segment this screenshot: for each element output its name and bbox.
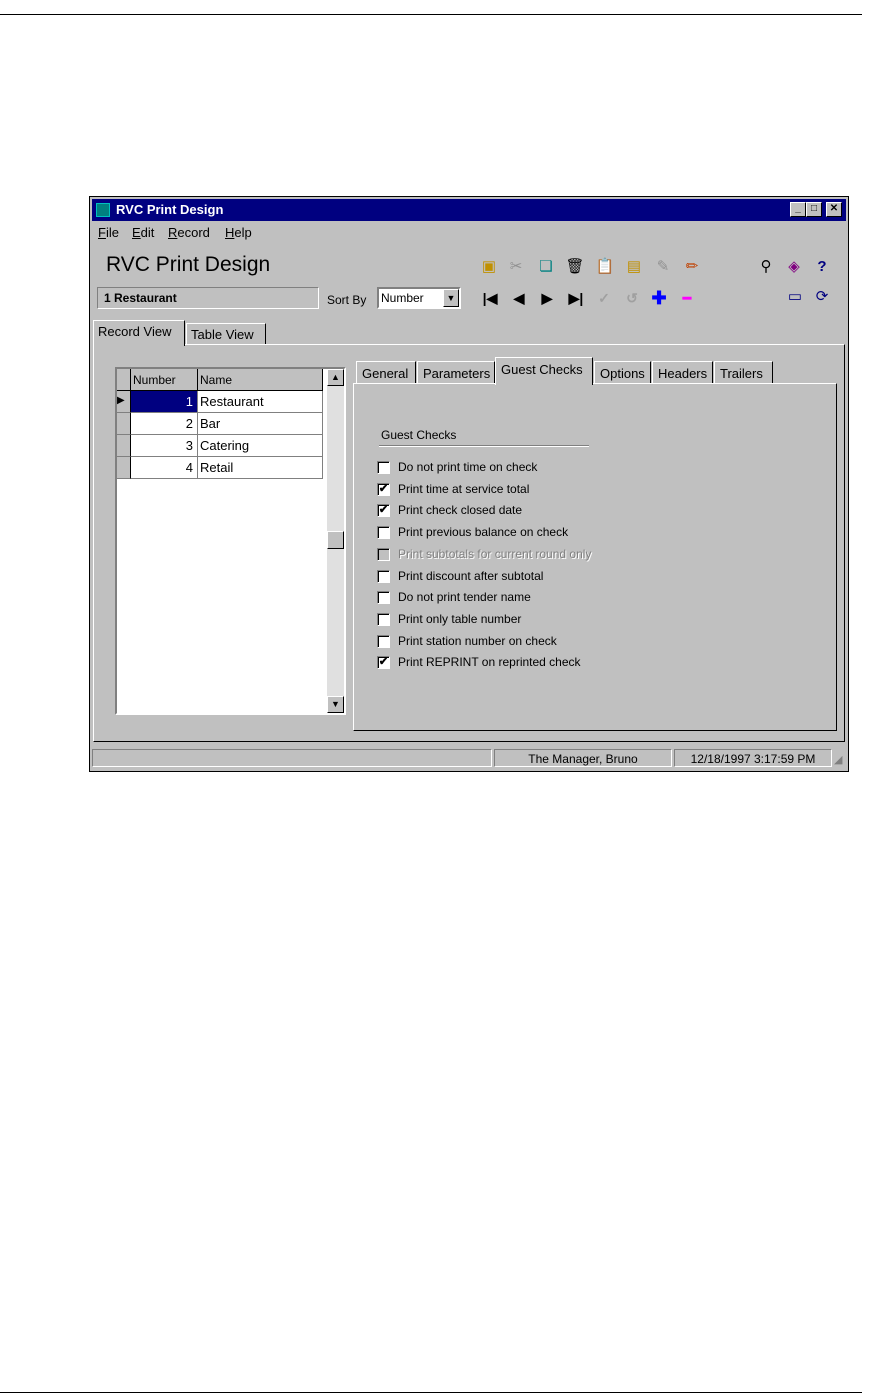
checkbox-label: Print only table number: [398, 611, 522, 626]
column-header-name[interactable]: Name: [198, 369, 323, 391]
scroll-thumb[interactable]: [327, 531, 344, 549]
table-row-number[interactable]: 1: [131, 391, 198, 413]
checkbox-unchecked[interactable]: [377, 591, 390, 605]
tab-parameters[interactable]: Parameters: [417, 361, 495, 383]
rvc-print-design-window: RVC Print Design _ □ ✕ File Edit Record …: [89, 196, 849, 772]
records-grid: Number Name ▶ 1 Restaurant 2 Bar 3 Cater…: [115, 367, 346, 715]
tab-table-view[interactable]: Table View: [186, 323, 266, 345]
checkbox-unchecked[interactable]: [377, 569, 390, 583]
resize-grip-icon[interactable]: ◢: [834, 753, 846, 767]
close-button[interactable]: ✕: [826, 202, 842, 217]
checkbox-label: Do not print tender name: [398, 590, 531, 605]
tab-trailers[interactable]: Trailers: [714, 361, 773, 383]
checkbox-label: Print REPRINT on reprinted check: [398, 655, 581, 670]
checkbox-label: Print time at service total: [398, 481, 530, 496]
tab-general[interactable]: General: [356, 361, 416, 383]
guest-checks-group-label: Guest Checks: [381, 428, 457, 442]
tab-options[interactable]: Options: [594, 361, 651, 383]
menu-record[interactable]: Record: [168, 225, 210, 240]
delete-icon[interactable]: 🗑: [565, 257, 585, 277]
copy-icon[interactable]: ❏: [536, 257, 556, 277]
app-icon: [96, 203, 110, 217]
tab-record-view[interactable]: Record View: [93, 320, 185, 346]
window-title: RVC Print Design: [116, 202, 224, 217]
edit-icon[interactable]: ✏: [682, 257, 702, 277]
checkbox-label: Print station number on check: [398, 633, 557, 648]
checkbox-checked[interactable]: ✔: [377, 656, 390, 670]
table-row-number[interactable]: 3: [131, 435, 198, 457]
checkbox-label: Print discount after subtotal: [398, 568, 544, 583]
checkbox-unchecked[interactable]: [377, 461, 390, 474]
tab-headers[interactable]: Headers: [652, 361, 713, 383]
remove-record-icon[interactable]: ━: [678, 289, 696, 307]
menu-bar: File Edit Record Help: [92, 223, 846, 243]
confirm-icon[interactable]: ✓: [595, 289, 613, 307]
status-datetime: 12/18/1997 3:17:59 PM: [674, 749, 832, 767]
checkbox-label: Print subtotals for current round only: [398, 546, 592, 561]
checkbox-label: Print previous balance on check: [398, 525, 569, 540]
current-record-display: 1 Restaurant: [97, 287, 319, 309]
new-record-icon[interactable]: ▣: [479, 257, 499, 277]
status-message-pane: [92, 749, 492, 767]
cut-icon[interactable]: ✂: [506, 257, 526, 277]
help-pointer-icon[interactable]: ?: [812, 257, 832, 277]
tab-guest-checks[interactable]: Guest Checks: [495, 357, 593, 385]
table-row-name[interactable]: Catering: [198, 435, 323, 457]
checkbox-checked[interactable]: ✔: [377, 504, 390, 518]
menu-file[interactable]: File: [98, 225, 119, 240]
menu-help[interactable]: Help: [225, 225, 252, 240]
table-row-number[interactable]: 4: [131, 457, 198, 479]
scroll-down-icon[interactable]: ▼: [327, 696, 344, 713]
table-row-name[interactable]: Restaurant: [198, 391, 323, 413]
checkbox-checked[interactable]: ✔: [377, 482, 390, 496]
status-user: The Manager, Bruno: [494, 749, 672, 767]
table-row-name[interactable]: Bar: [198, 413, 323, 435]
sort-by-value: Number: [381, 291, 424, 305]
checkbox-label: Do not print time on check: [398, 460, 538, 474]
row-selector[interactable]: [117, 413, 131, 435]
add-record-icon[interactable]: ✚: [650, 289, 668, 307]
title-bar[interactable]: RVC Print Design _ □ ✕: [92, 199, 846, 221]
scroll-up-icon[interactable]: ▲: [327, 369, 344, 386]
chevron-down-icon[interactable]: ▼: [443, 289, 459, 307]
minimize-button[interactable]: _: [790, 202, 806, 217]
page-bottom-rule: [0, 1392, 862, 1393]
previous-record-icon[interactable]: ◀: [510, 289, 528, 307]
find-icon[interactable]: ⚲: [756, 257, 776, 277]
sort-by-select[interactable]: Number ▼: [377, 287, 461, 309]
grid-corner: [117, 369, 131, 391]
maximize-button[interactable]: □: [806, 202, 822, 217]
refresh-icon[interactable]: ⟳: [812, 287, 832, 307]
checkbox-unchecked[interactable]: [377, 547, 390, 561]
page-top-rule: [0, 14, 862, 15]
next-record-icon[interactable]: ▶: [538, 289, 556, 307]
checkbox-unchecked[interactable]: [377, 612, 390, 626]
sort-by-label: Sort By: [327, 293, 367, 307]
row-selector[interactable]: [117, 435, 131, 457]
checkbox-unchecked[interactable]: [377, 634, 390, 648]
group-divider: [379, 445, 589, 447]
row-selector[interactable]: [117, 457, 131, 479]
duplicate-icon[interactable]: ▤: [624, 257, 644, 277]
screen-icon[interactable]: ▭: [785, 287, 805, 307]
clear-icon[interactable]: ✎: [653, 257, 673, 277]
table-row-name[interactable]: Retail: [198, 457, 323, 479]
last-record-icon[interactable]: ▶|: [567, 289, 585, 307]
checkbox-label: Print check closed date: [398, 503, 523, 518]
menu-edit[interactable]: Edit: [132, 225, 154, 240]
book-icon[interactable]: ◈: [784, 257, 804, 277]
checkbox-unchecked[interactable]: [377, 526, 390, 540]
status-bar: The Manager, Bruno 12/18/1997 3:17:59 PM…: [92, 747, 846, 769]
first-record-icon[interactable]: |◀: [481, 289, 499, 307]
page-title: RVC Print Design: [106, 253, 271, 276]
table-row-number[interactable]: 2: [131, 413, 198, 435]
undo-icon[interactable]: ↺: [623, 289, 641, 307]
grid-vertical-scrollbar[interactable]: ▲ ▼: [327, 369, 344, 713]
row-selector-current[interactable]: ▶: [117, 391, 131, 413]
paste-icon[interactable]: 📋: [595, 257, 615, 277]
column-header-number[interactable]: Number: [131, 369, 198, 391]
